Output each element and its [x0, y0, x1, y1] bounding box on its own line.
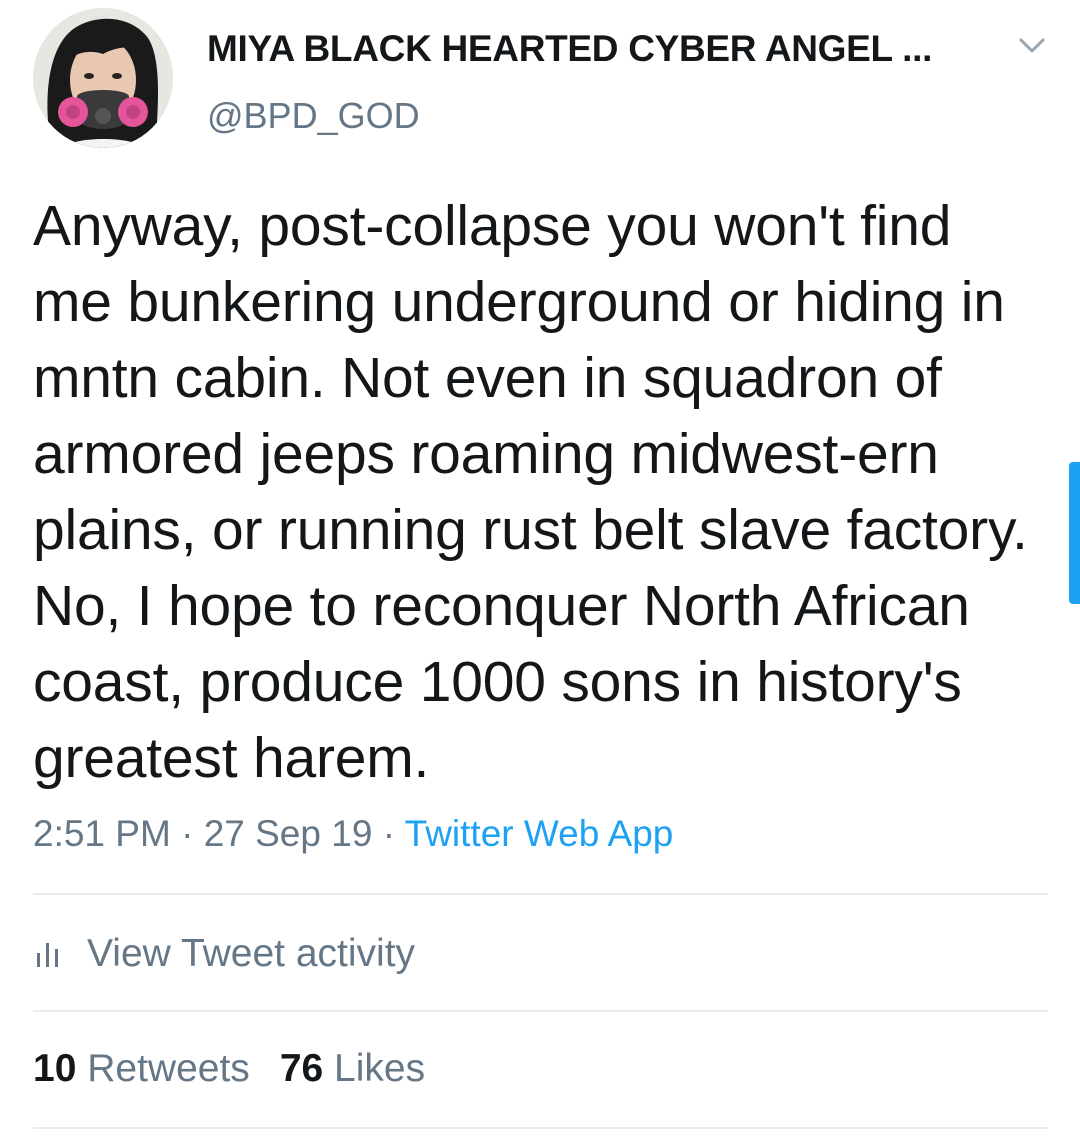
- author-handle[interactable]: @BPD_GOD: [207, 95, 420, 137]
- tweet-stats: 10 Retweets 76 Likes: [33, 1047, 455, 1091]
- avatar-image: [33, 8, 173, 148]
- divider: [33, 1010, 1048, 1012]
- scrollbar-thumb[interactable]: [1069, 462, 1080, 604]
- view-tweet-activity-label: View Tweet activity: [87, 932, 416, 975]
- meta-separator: ·: [382, 813, 396, 854]
- tweet-time: 2:51 PM: [33, 813, 171, 854]
- tweet-meta: 2:51 PM · 27 Sep 19 · Twitter Web App: [33, 813, 673, 855]
- retweets-count: 10: [33, 1047, 77, 1090]
- divider: [33, 893, 1048, 895]
- retweets-label: Retweets: [87, 1047, 250, 1090]
- tweet-text: Anyway, post-collapse you won't find me …: [33, 194, 1028, 790]
- likes-label: Likes: [334, 1047, 426, 1090]
- meta-separator: ·: [181, 813, 194, 854]
- divider: [33, 1127, 1048, 1129]
- view-tweet-activity-button[interactable]: View Tweet activity: [33, 929, 415, 979]
- tweet-source-link[interactable]: Twitter Web App: [405, 813, 674, 854]
- author-display-name[interactable]: MIYA BLACK HEARTED CYBER ANGEL ...: [207, 28, 932, 70]
- chevron-down-icon[interactable]: [1017, 34, 1047, 58]
- likes-stat[interactable]: 76 Likes: [280, 1047, 425, 1090]
- tweet-date: 27 Sep 19: [203, 813, 373, 854]
- likes-count: 76: [279, 1047, 324, 1090]
- bar-chart-icon: [37, 943, 58, 967]
- retweets-stat[interactable]: 10 Retweets: [33, 1047, 250, 1090]
- avatar[interactable]: [33, 8, 173, 148]
